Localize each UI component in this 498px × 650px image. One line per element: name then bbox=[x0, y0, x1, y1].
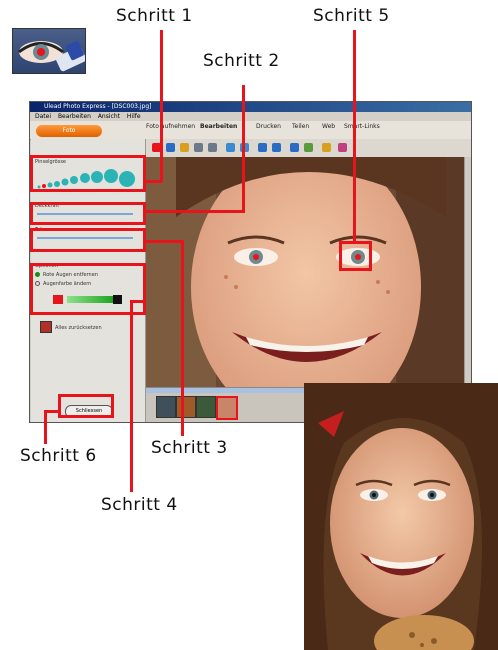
thumbnail[interactable] bbox=[156, 396, 176, 418]
reset-icon[interactable] bbox=[40, 321, 52, 333]
callout-step-1: Schritt 1 bbox=[116, 6, 193, 26]
result-photo bbox=[304, 383, 498, 650]
rotate-icon[interactable] bbox=[290, 143, 299, 152]
thumbnail-selected[interactable] bbox=[216, 396, 238, 420]
copy-icon[interactable] bbox=[194, 143, 203, 152]
tab-edit[interactable]: Bearbeiten bbox=[200, 123, 237, 130]
red-eye-icon bbox=[12, 28, 86, 74]
tab-web[interactable]: Web bbox=[322, 123, 335, 130]
menu-edit[interactable]: Bearbeiten bbox=[58, 113, 91, 120]
highlight-tolerance bbox=[30, 228, 146, 252]
tab-print[interactable]: Drucken bbox=[256, 123, 281, 130]
tab-bar: Foto Foto aufnehmen Bearbeiten Drucken T… bbox=[30, 121, 471, 140]
foto-button[interactable]: Foto bbox=[36, 125, 102, 137]
help-icon[interactable] bbox=[304, 143, 313, 152]
save-icon[interactable] bbox=[166, 143, 175, 152]
menu-view[interactable]: Ansicht bbox=[98, 113, 120, 120]
leader-step-3 bbox=[181, 240, 184, 436]
highlight-options bbox=[30, 263, 146, 315]
leader-step-6 bbox=[44, 410, 47, 444]
edit-toolbar bbox=[146, 139, 471, 158]
highlight-close-button bbox=[58, 394, 114, 418]
redo-icon[interactable] bbox=[272, 143, 281, 152]
tab-smart-links[interactable]: Smart-Links bbox=[344, 123, 380, 130]
leader-step-1-tail bbox=[144, 180, 162, 183]
photo-canvas[interactable] bbox=[146, 157, 464, 387]
reset-all-label[interactable]: Alles zurücksetzen bbox=[55, 325, 102, 331]
menu-file[interactable]: Datei bbox=[35, 113, 51, 120]
callout-step-5: Schritt 5 bbox=[313, 6, 390, 26]
thumbnail[interactable] bbox=[196, 396, 216, 418]
folder-icon[interactable] bbox=[322, 143, 331, 152]
leader-step-1 bbox=[160, 30, 163, 182]
callout-step-6: Schritt 6 bbox=[20, 446, 97, 466]
open-icon[interactable] bbox=[180, 143, 189, 152]
highlight-eye bbox=[339, 241, 372, 271]
app-window: Ulead Photo Express - [DSC003.jpg] Datei… bbox=[29, 101, 472, 423]
callout-step-2: Schritt 2 bbox=[203, 51, 280, 71]
highlight-brush-size bbox=[30, 155, 146, 192]
tab-share[interactable]: Teilen bbox=[292, 123, 309, 130]
menu-help[interactable]: Hilfe bbox=[127, 113, 141, 120]
highlight-opacity bbox=[30, 202, 146, 225]
thumbnail[interactable] bbox=[176, 396, 196, 418]
paste-icon[interactable] bbox=[208, 143, 217, 152]
print-icon[interactable] bbox=[338, 143, 347, 152]
window-title: Ulead Photo Express - [DSC003.jpg] bbox=[30, 102, 471, 112]
leader-step-3-head bbox=[144, 240, 184, 243]
leader-step-4 bbox=[130, 300, 133, 492]
menu-bar: Datei Bearbeiten Ansicht Hilfe bbox=[30, 112, 471, 121]
zoom-in-icon[interactable] bbox=[226, 143, 235, 152]
callout-step-3: Schritt 3 bbox=[151, 438, 228, 458]
callout-step-4: Schritt 4 bbox=[101, 495, 178, 515]
leader-step-2-tail bbox=[144, 210, 245, 213]
leader-step-2 bbox=[242, 85, 245, 213]
tab-capture[interactable]: Foto aufnehmen bbox=[146, 123, 195, 130]
vertical-scrollbar[interactable] bbox=[464, 157, 471, 387]
leader-step-5 bbox=[353, 30, 356, 242]
undo-icon[interactable] bbox=[258, 143, 267, 152]
